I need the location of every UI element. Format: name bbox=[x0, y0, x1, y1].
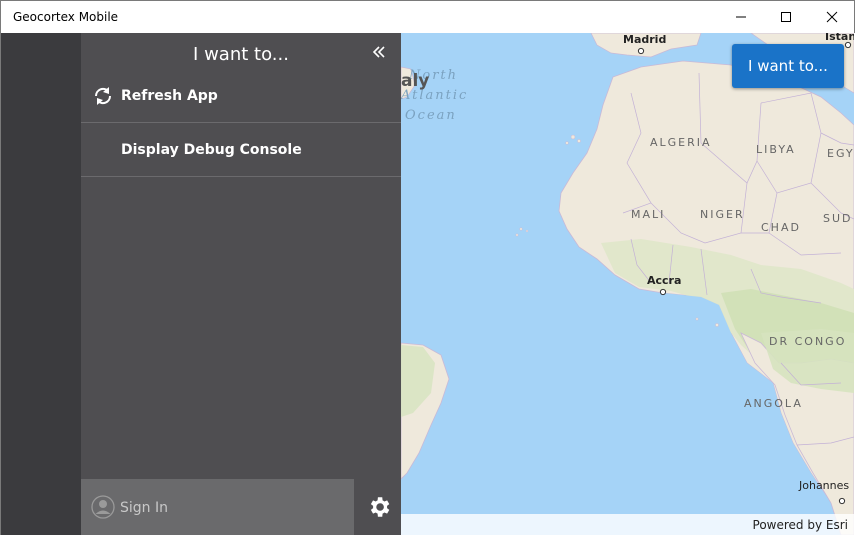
minimize-button[interactable] bbox=[718, 1, 764, 33]
menu-item-label: Display Debug Console bbox=[121, 142, 302, 158]
city-label-madrid: Madrid bbox=[623, 33, 667, 46]
sign-in-button[interactable]: Sign In bbox=[81, 479, 354, 535]
refresh-icon bbox=[92, 85, 114, 107]
double-chevron-left-icon bbox=[372, 46, 385, 58]
menu-item-display-debug-console[interactable]: Display Debug Console bbox=[81, 123, 401, 177]
city-label-istanbul: Istan bbox=[825, 33, 854, 43]
settings-button[interactable] bbox=[356, 479, 401, 535]
attribution-text: Powered by Esri bbox=[752, 518, 848, 532]
panel-header: I want to... bbox=[81, 33, 401, 73]
country-label-sudan: SUD bbox=[823, 212, 853, 225]
country-label-libya: LIBYA bbox=[756, 143, 796, 156]
country-label-mali: MALI bbox=[631, 208, 666, 221]
country-label-algeria: ALGERIA bbox=[650, 136, 712, 149]
map-view[interactable]: North Atlantic Ocean aly Madrid Istan AL… bbox=[401, 33, 854, 535]
maximize-icon bbox=[781, 12, 791, 22]
map-basemap bbox=[401, 33, 854, 535]
panel-title: I want to... bbox=[193, 44, 289, 65]
country-label-dr-congo: DR CONGO bbox=[769, 335, 847, 348]
close-button[interactable] bbox=[809, 1, 855, 33]
map-attribution: Powered by Esri bbox=[401, 514, 854, 535]
menu-item-label: Refresh App bbox=[121, 88, 218, 104]
left-strip bbox=[0, 33, 81, 535]
sign-in-label: Sign In bbox=[120, 500, 168, 516]
i-want-to-panel: I want to... Refresh App Display Debug C… bbox=[81, 33, 401, 535]
user-avatar-icon bbox=[91, 495, 115, 519]
ocean-label: Ocean bbox=[405, 108, 457, 123]
gear-icon bbox=[370, 497, 389, 517]
menu-item-refresh-app[interactable]: Refresh App bbox=[81, 69, 401, 123]
minimize-icon bbox=[736, 16, 746, 18]
i-want-to-button[interactable]: I want to... bbox=[732, 44, 844, 88]
map-partial-label: aly bbox=[401, 71, 430, 91]
country-label-angola: ANGOLA bbox=[744, 397, 803, 410]
city-label-accra: Accra bbox=[647, 274, 682, 287]
city-label-johannesburg: Johannes bbox=[799, 479, 850, 492]
country-label-chad: CHAD bbox=[761, 221, 801, 234]
title-bar: Geocortex Mobile bbox=[0, 0, 855, 33]
window-title: Geocortex Mobile bbox=[13, 10, 119, 24]
collapse-panel-button[interactable] bbox=[369, 42, 389, 62]
maximize-button[interactable] bbox=[763, 1, 809, 33]
close-icon bbox=[826, 11, 838, 23]
country-label-egypt: EGY bbox=[827, 147, 854, 160]
country-label-niger: NIGER bbox=[700, 208, 745, 221]
